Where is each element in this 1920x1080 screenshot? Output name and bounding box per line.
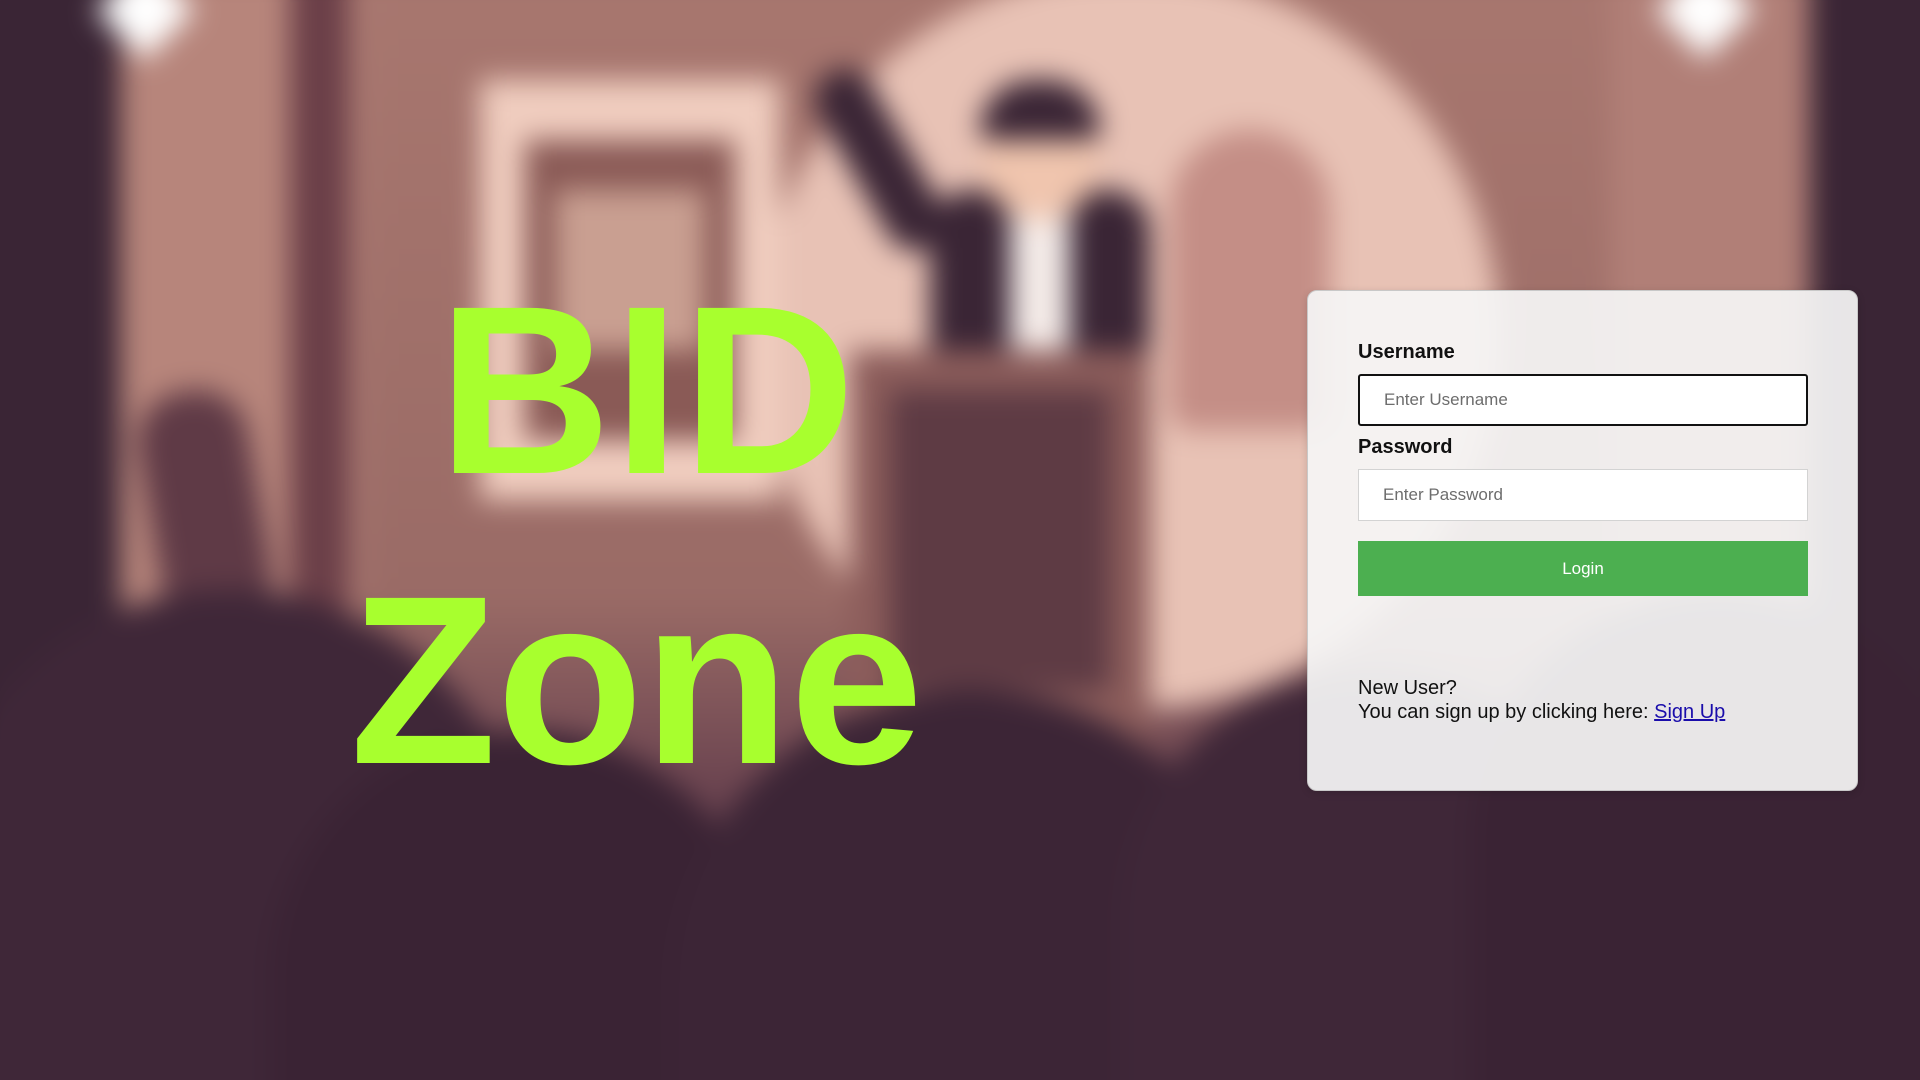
login-button[interactable]: Login <box>1358 541 1808 596</box>
login-form: Username Password Login New User? You ca… <box>1307 290 1858 791</box>
brand-logo-text: BID Zone <box>350 270 923 800</box>
brand-line-2: Zone <box>350 546 924 814</box>
signup-prompt-text: You can sign up by clicking here: <box>1358 701 1655 723</box>
signup-link[interactable]: Sign Up <box>1654 701 1725 723</box>
password-label: Password <box>1358 436 1453 458</box>
login-page: BID Zone Username Password Login New Use… <box>0 0 1920 1080</box>
brand-line-1: BID <box>438 256 858 524</box>
new-user-text: New User? <box>1358 677 1457 699</box>
signup-prompt-line: You can sign up by clicking here: Sign U… <box>1358 700 1807 724</box>
signup-section: New User? You can sign up by clicking he… <box>1358 676 1807 724</box>
auctioneer-shirt <box>1010 210 1070 370</box>
username-input[interactable] <box>1358 374 1808 426</box>
shadow-silhouette <box>1170 130 1330 430</box>
username-label: Username <box>1358 341 1455 363</box>
password-input[interactable] <box>1358 469 1808 521</box>
